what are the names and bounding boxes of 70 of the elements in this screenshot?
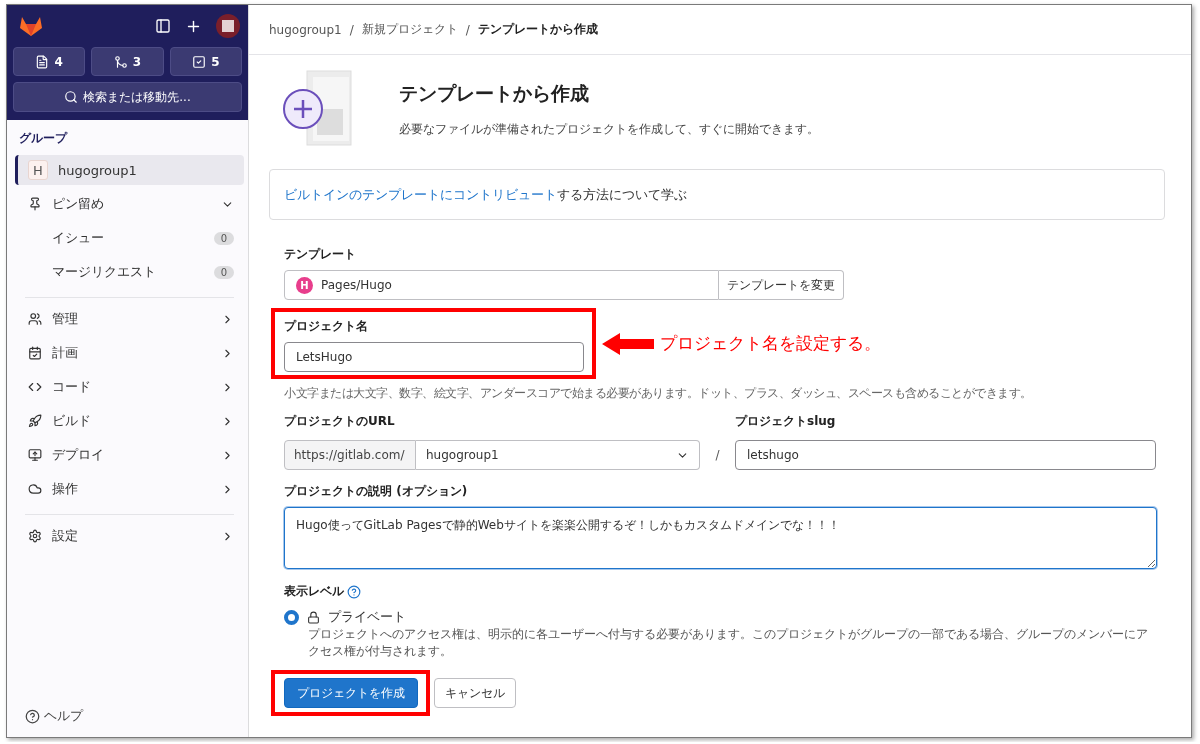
fox-logo-icon[interactable]	[19, 15, 43, 37]
code-icon	[28, 380, 42, 394]
help-icon[interactable]	[347, 584, 361, 599]
breadcrumb-link[interactable]: テンプレートから作成	[477, 21, 598, 38]
option-description: プロジェクトへのアクセス権は、明示的に各ユーザーへ付与する必要があります。このプロジェクトがグループの一部である場合、グループのメンバーにアクセス権が付与されます。	[308, 626, 1149, 660]
hugo-badge: H	[296, 276, 313, 294]
lock-icon	[307, 610, 320, 624]
change-template-button[interactable]: テンプレートを変更	[719, 270, 844, 300]
sidebar-item[interactable]: 操作	[15, 474, 244, 504]
breadcrumb-link[interactable]: hugogroup1	[269, 22, 342, 37]
field-label: プロジェクト名	[284, 318, 369, 335]
field-label: プロジェクトのURL	[284, 413, 396, 430]
annotation-text: プロジェクト名を設定する。	[660, 332, 881, 355]
breadcrumb-separator: /	[465, 22, 470, 37]
sidebar-item[interactable]: H hugogroup1	[15, 155, 244, 185]
radio-button[interactable]	[284, 609, 299, 625]
field-label: テンプレート	[284, 246, 357, 263]
option-label: プライベート	[328, 608, 406, 626]
sidebar-item[interactable]: 計画	[15, 338, 244, 368]
help-link[interactable]: ヘルプ	[7, 707, 248, 737]
sidebar-item[interactable]: イシュー 0	[15, 223, 244, 253]
template-field[interactable]: H Pages/Hugo	[284, 270, 719, 300]
namespace-select[interactable]: hugogroup1	[416, 440, 700, 470]
input-field[interactable]: LetsHugo	[284, 342, 584, 372]
help-icon	[25, 708, 40, 724]
input-field[interactable]: letshugo	[735, 440, 1156, 470]
counter-button[interactable]: 4	[13, 47, 86, 76]
sidebar-item[interactable]: 設定	[15, 521, 244, 551]
field-label: プロジェクトslug	[735, 413, 836, 430]
page-title: テンプレートから作成	[399, 81, 590, 106]
sidebar-item[interactable]: 管理	[15, 304, 244, 334]
page-subtitle: 必要なファイルが準備されたプロジェクトを作成して、すぐに開始できます。	[399, 121, 819, 138]
search-button[interactable]: 検索または移動先...	[13, 82, 242, 112]
arrow-icon	[602, 332, 654, 355]
settings-icon	[28, 529, 42, 543]
breadcrumb-separator: /	[349, 22, 354, 37]
user-avatar[interactable]	[216, 14, 240, 38]
url-separator: /	[714, 448, 721, 462]
info-text: ビルトインのテンプレートにコントリビュート する方法について学ぶ	[284, 185, 687, 204]
section-title: グループ	[18, 130, 69, 147]
deploy-icon	[28, 448, 42, 462]
search-icon	[64, 90, 79, 104]
sidebar-item[interactable]: ビルド	[15, 406, 244, 436]
create-project-button[interactable]: プロジェクトを作成	[284, 678, 418, 708]
calendar-icon	[28, 346, 42, 360]
sidebar-item[interactable]: ピン留め	[15, 189, 244, 219]
field-hint: 小文字または大文字、数字、絵文字、アンダースコアで始まる必要があります。ドット、プラス、ダッシュ、スペースも含めることができます。	[284, 385, 1033, 402]
field-label: 表示レベル	[284, 583, 344, 600]
count-badge: 0	[213, 265, 234, 279]
sidebar-toggle-icon[interactable]	[155, 18, 171, 34]
pin-icon	[28, 197, 42, 211]
checkbox-icon	[192, 54, 207, 69]
counter-button[interactable]: 5	[169, 47, 242, 76]
field-label: プロジェクトの説明 (オプション)	[284, 483, 469, 500]
contribute-link[interactable]: ビルトインのテンプレートにコントリビュート	[284, 186, 557, 202]
breadcrumb-link[interactable]: 新規プロジェクト	[361, 21, 458, 38]
sidebar-item[interactable]: マージリクエスト 0	[15, 257, 244, 287]
cloud-icon	[28, 482, 42, 496]
rocket-icon	[28, 414, 42, 428]
sidebar-item[interactable]: デプロイ	[15, 440, 244, 470]
description-field[interactable]: Hugo使ってGitLab Pagesで静的Webサイトを楽楽公開するぞ！しかもカスタムドメインでな！！！	[284, 507, 1157, 569]
url-prefix: https://gitlab.com/	[284, 440, 416, 470]
merge-icon	[113, 54, 128, 69]
counter-button[interactable]: 3	[91, 47, 164, 76]
count-badge: 0	[213, 231, 234, 245]
cancel-button[interactable]: キャンセル	[434, 678, 516, 708]
people-icon	[28, 312, 42, 326]
group-avatar: H	[28, 160, 48, 180]
sidebar-item[interactable]: コード	[15, 372, 244, 402]
document-icon	[35, 54, 50, 69]
